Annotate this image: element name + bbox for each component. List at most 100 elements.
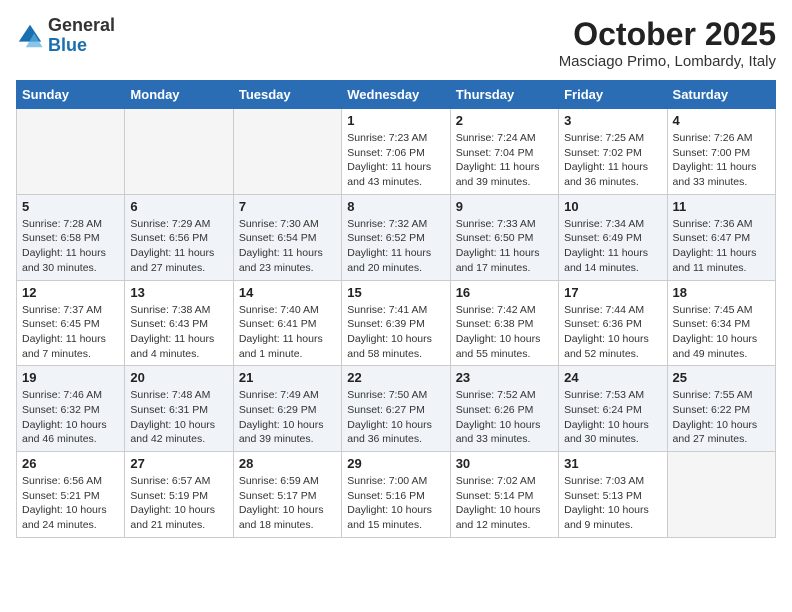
weekday-header-sunday: Sunday (17, 81, 125, 109)
day-number: 31 (564, 456, 661, 471)
calendar-week-row: 26 Sunrise: 6:56 AM Sunset: 5:21 PM Dayli… (17, 452, 776, 538)
day-info: Sunrise: 7:00 AM Sunset: 5:16 PM Dayligh… (347, 474, 444, 533)
day-info: Sunrise: 7:48 AM Sunset: 6:31 PM Dayligh… (130, 388, 227, 447)
calendar-cell: 1 Sunrise: 7:23 AM Sunset: 7:06 PM Daylig… (342, 109, 450, 195)
weekday-header-thursday: Thursday (450, 81, 558, 109)
day-info: Sunrise: 6:57 AM Sunset: 5:19 PM Dayligh… (130, 474, 227, 533)
calendar-cell: 16Sunrise: 7:42 AM Sunset: 6:38 PM Dayli… (450, 280, 558, 366)
day-number: 16 (456, 285, 553, 300)
calendar-cell: 7Sunrise: 7:30 AM Sunset: 6:54 PM Daylig… (233, 194, 341, 280)
day-info: Sunrise: 7:41 AM Sunset: 6:39 PM Dayligh… (347, 303, 444, 362)
calendar-cell: 17Sunrise: 7:44 AM Sunset: 6:36 PM Dayli… (559, 280, 667, 366)
day-info: Sunrise: 6:56 AM Sunset: 5:21 PM Dayligh… (22, 474, 119, 533)
calendar-cell: 19 Sunrise: 7:46 AM Sunset: 6:32 PM Dayli… (17, 366, 125, 452)
calendar-cell: 21 Sunrise: 7:49 AM Sunset: 6:29 PM Dayli… (233, 366, 341, 452)
calendar-cell: 18 Sunrise: 7:45 AM Sunset: 6:34 PM Dayli… (667, 280, 775, 366)
calendar-cell: 4Sunrise: 7:26 AM Sunset: 7:00 PM Daylig… (667, 109, 775, 195)
day-info: Sunrise: 7:44 AM Sunset: 6:36 PM Dayligh… (564, 303, 661, 362)
calendar-cell (667, 452, 775, 538)
day-info: Sunrise: 7:03 AM Sunset: 5:13 PM Dayligh… (564, 474, 661, 533)
day-number: 10 (564, 199, 661, 214)
calendar-cell: 31 Sunrise: 7:03 AM Sunset: 5:13 PM Dayli… (559, 452, 667, 538)
calendar-week-row: 5 Sunrise: 7:28 AM Sunset: 6:58 PM Daylig… (17, 194, 776, 280)
calendar-cell: 12 Sunrise: 7:37 AM Sunset: 6:45 PM Dayli… (17, 280, 125, 366)
day-number: 8 (347, 199, 444, 214)
day-number: 21 (239, 370, 336, 385)
day-number: 19 (22, 370, 119, 385)
calendar-cell (125, 109, 233, 195)
calendar-cell: 3Sunrise: 7:25 AM Sunset: 7:02 PM Daylig… (559, 109, 667, 195)
calendar-cell: 15Sunrise: 7:41 AM Sunset: 6:39 PM Dayli… (342, 280, 450, 366)
day-info: Sunrise: 6:59 AM Sunset: 5:17 PM Dayligh… (239, 474, 336, 533)
day-info: Sunrise: 7:24 AM Sunset: 7:04 PM Dayligh… (456, 131, 553, 190)
day-info: Sunrise: 7:36 AM Sunset: 6:47 PM Dayligh… (673, 217, 770, 276)
day-info: Sunrise: 7:45 AM Sunset: 6:34 PM Dayligh… (673, 303, 770, 362)
day-info: Sunrise: 7:28 AM Sunset: 6:58 PM Dayligh… (22, 217, 119, 276)
day-number: 18 (673, 285, 770, 300)
day-info: Sunrise: 7:46 AM Sunset: 6:32 PM Dayligh… (22, 388, 119, 447)
title-block: October 2025 Masciago Primo, Lombardy, I… (559, 16, 776, 70)
weekday-header-row: SundayMondayTuesdayWednesdayThursdayFrid… (17, 81, 776, 109)
calendar-cell: 11 Sunrise: 7:36 AM Sunset: 6:47 PM Dayli… (667, 194, 775, 280)
location: Masciago Primo, Lombardy, Italy (559, 53, 776, 70)
day-info: Sunrise: 7:34 AM Sunset: 6:49 PM Dayligh… (564, 217, 661, 276)
weekday-header-wednesday: Wednesday (342, 81, 450, 109)
day-number: 3 (564, 113, 661, 128)
month-title: October 2025 (559, 16, 776, 53)
day-info: Sunrise: 7:49 AM Sunset: 6:29 PM Dayligh… (239, 388, 336, 447)
page-header: General Blue October 2025 Masciago Primo… (16, 16, 776, 70)
calendar-week-row: 19 Sunrise: 7:46 AM Sunset: 6:32 PM Dayli… (17, 366, 776, 452)
day-number: 9 (456, 199, 553, 214)
calendar-week-row: 1 Sunrise: 7:23 AM Sunset: 7:06 PM Daylig… (17, 109, 776, 195)
logo-text: General Blue (48, 16, 115, 56)
calendar-cell (17, 109, 125, 195)
day-number: 1 (347, 113, 444, 128)
day-info: Sunrise: 7:37 AM Sunset: 6:45 PM Dayligh… (22, 303, 119, 362)
day-info: Sunrise: 7:40 AM Sunset: 6:41 PM Dayligh… (239, 303, 336, 362)
calendar-cell: 14 Sunrise: 7:40 AM Sunset: 6:41 PM Dayli… (233, 280, 341, 366)
day-number: 5 (22, 199, 119, 214)
weekday-header-friday: Friday (559, 81, 667, 109)
calendar-cell: 6Sunrise: 7:29 AM Sunset: 6:56 PM Daylig… (125, 194, 233, 280)
day-number: 11 (673, 199, 770, 214)
day-number: 20 (130, 370, 227, 385)
calendar-cell: 13Sunrise: 7:38 AM Sunset: 6:43 PM Dayli… (125, 280, 233, 366)
logo-blue: Blue (48, 35, 87, 55)
day-number: 12 (22, 285, 119, 300)
day-number: 6 (130, 199, 227, 214)
day-number: 22 (347, 370, 444, 385)
day-number: 30 (456, 456, 553, 471)
day-info: Sunrise: 7:32 AM Sunset: 6:52 PM Dayligh… (347, 217, 444, 276)
day-number: 13 (130, 285, 227, 300)
day-number: 24 (564, 370, 661, 385)
day-number: 4 (673, 113, 770, 128)
day-info: Sunrise: 7:52 AM Sunset: 6:26 PM Dayligh… (456, 388, 553, 447)
day-info: Sunrise: 7:50 AM Sunset: 6:27 PM Dayligh… (347, 388, 444, 447)
day-number: 7 (239, 199, 336, 214)
day-number: 27 (130, 456, 227, 471)
day-number: 23 (456, 370, 553, 385)
weekday-header-tuesday: Tuesday (233, 81, 341, 109)
day-info: Sunrise: 7:33 AM Sunset: 6:50 PM Dayligh… (456, 217, 553, 276)
day-number: 2 (456, 113, 553, 128)
logo-icon (16, 22, 44, 50)
logo-general: General (48, 15, 115, 35)
calendar-cell: 22 Sunrise: 7:50 AM Sunset: 6:27 PM Dayli… (342, 366, 450, 452)
day-number: 26 (22, 456, 119, 471)
calendar-cell: 5 Sunrise: 7:28 AM Sunset: 6:58 PM Daylig… (17, 194, 125, 280)
calendar-cell: 27 Sunrise: 6:57 AM Sunset: 5:19 PM Dayli… (125, 452, 233, 538)
calendar-cell (233, 109, 341, 195)
calendar-cell: 25Sunrise: 7:55 AM Sunset: 6:22 PM Dayli… (667, 366, 775, 452)
calendar-week-row: 12 Sunrise: 7:37 AM Sunset: 6:45 PM Dayli… (17, 280, 776, 366)
calendar-cell: 23 Sunrise: 7:52 AM Sunset: 6:26 PM Dayli… (450, 366, 558, 452)
day-info: Sunrise: 7:53 AM Sunset: 6:24 PM Dayligh… (564, 388, 661, 447)
calendar-cell: 26 Sunrise: 6:56 AM Sunset: 5:21 PM Dayli… (17, 452, 125, 538)
day-number: 14 (239, 285, 336, 300)
calendar-cell: 9 Sunrise: 7:33 AM Sunset: 6:50 PM Daylig… (450, 194, 558, 280)
calendar: SundayMondayTuesdayWednesdayThursdayFrid… (16, 80, 776, 538)
calendar-cell: 30Sunrise: 7:02 AM Sunset: 5:14 PM Dayli… (450, 452, 558, 538)
day-info: Sunrise: 7:55 AM Sunset: 6:22 PM Dayligh… (673, 388, 770, 447)
calendar-cell: 20 Sunrise: 7:48 AM Sunset: 6:31 PM Dayli… (125, 366, 233, 452)
calendar-cell: 24 Sunrise: 7:53 AM Sunset: 6:24 PM Dayli… (559, 366, 667, 452)
day-info: Sunrise: 7:23 AM Sunset: 7:06 PM Dayligh… (347, 131, 444, 190)
